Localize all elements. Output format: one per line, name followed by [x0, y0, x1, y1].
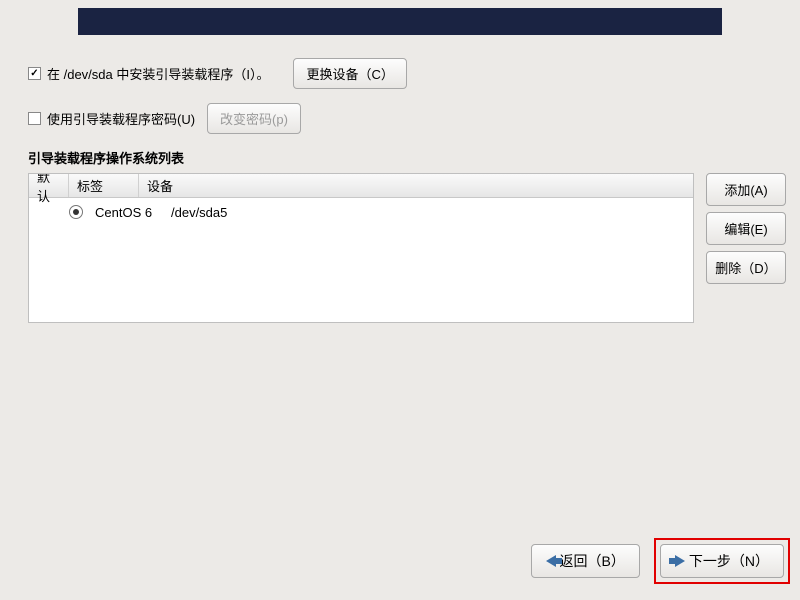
install-bootloader-checkbox[interactable]	[28, 67, 41, 80]
change-device-button[interactable]: 更换设备（C）	[293, 58, 406, 89]
add-button[interactable]: 添加(A)	[706, 173, 786, 206]
next-highlight: 下一步（N）	[654, 538, 790, 584]
install-bootloader-label: 在 /dev/sda 中安装引导装载程序（I）。	[47, 64, 269, 83]
arrow-left-icon	[546, 555, 556, 567]
os-table-header: 默认 标签 设备	[29, 174, 693, 198]
row-label: CentOS 6	[95, 205, 171, 220]
back-label: 返回（B）	[560, 551, 625, 571]
row-device: /dev/sda5	[171, 205, 227, 220]
col-device[interactable]: 设备	[139, 174, 693, 197]
next-label: 下一步（N）	[689, 551, 769, 571]
delete-button[interactable]: 删除（D）	[706, 251, 786, 284]
table-row[interactable]: CentOS 6 /dev/sda5	[29, 198, 693, 226]
use-password-label: 使用引导装载程序密码(U)	[47, 109, 195, 128]
back-button[interactable]: 返回（B）	[531, 544, 640, 578]
arrow-right-icon	[675, 555, 685, 567]
change-password-button: 改变密码(p)	[207, 103, 301, 134]
use-password-checkbox[interactable]	[28, 112, 41, 125]
edit-button[interactable]: 编辑(E)	[706, 212, 786, 245]
default-radio[interactable]	[69, 205, 83, 219]
next-button[interactable]: 下一步（N）	[660, 544, 784, 578]
os-table: 默认 标签 设备 CentOS 6 /dev/sda5	[28, 173, 694, 323]
col-default[interactable]: 默认	[29, 174, 69, 197]
os-list-title: 引导装载程序操作系统列表	[28, 148, 786, 167]
header-banner	[78, 8, 722, 35]
col-label[interactable]: 标签	[69, 174, 139, 197]
